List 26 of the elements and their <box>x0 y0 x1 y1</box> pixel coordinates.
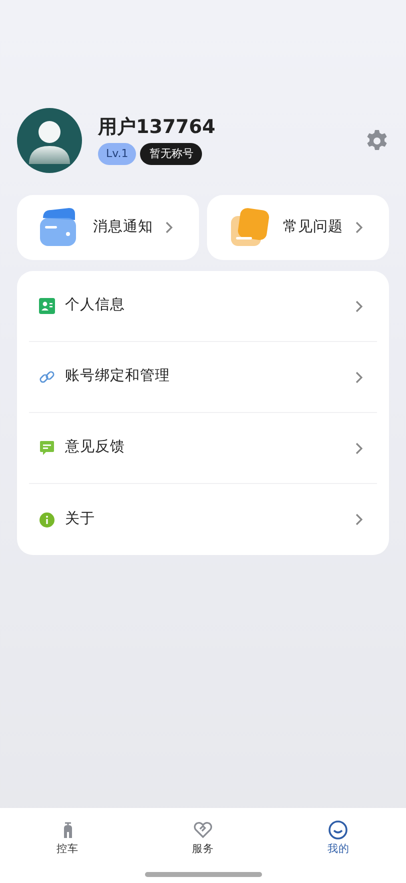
menu-item[interactable]: 账号绑定和管理 <box>29 342 377 413</box>
menu-item[interactable]: 个人信息 <box>29 271 377 342</box>
menu-item[interactable]: 关于 <box>29 484 377 555</box>
info-icon <box>39 512 55 528</box>
level-tag: Lv.1 <box>98 142 136 166</box>
tab-item[interactable]: 我的 <box>270 808 406 883</box>
settings-icon[interactable] <box>365 128 389 152</box>
menu-item[interactable]: 意见反馈 <box>29 413 377 484</box>
chevron-icon <box>355 442 363 454</box>
comment-icon <box>39 440 55 456</box>
shortcut-card[interactable]: 消息通知 <box>17 195 199 260</box>
username: 用户137764 <box>98 116 216 139</box>
chevron-icon <box>355 370 363 384</box>
chevron-icon <box>355 300 363 312</box>
smiley-icon <box>328 820 348 840</box>
title-tag: 暂无称号 <box>140 142 202 166</box>
link-icon <box>39 369 55 385</box>
chevron-icon <box>355 221 363 234</box>
tab-item[interactable]: 控车 <box>0 808 136 883</box>
tab-item[interactable]: 服务 <box>135 808 271 883</box>
chevron-icon <box>165 221 173 234</box>
heart-icon <box>192 820 213 840</box>
shortcut-card[interactable]: 常见问题 <box>207 195 389 260</box>
chevron-icon <box>355 513 363 526</box>
avatar[interactable] <box>17 108 82 173</box>
contact-card-icon <box>39 298 55 314</box>
